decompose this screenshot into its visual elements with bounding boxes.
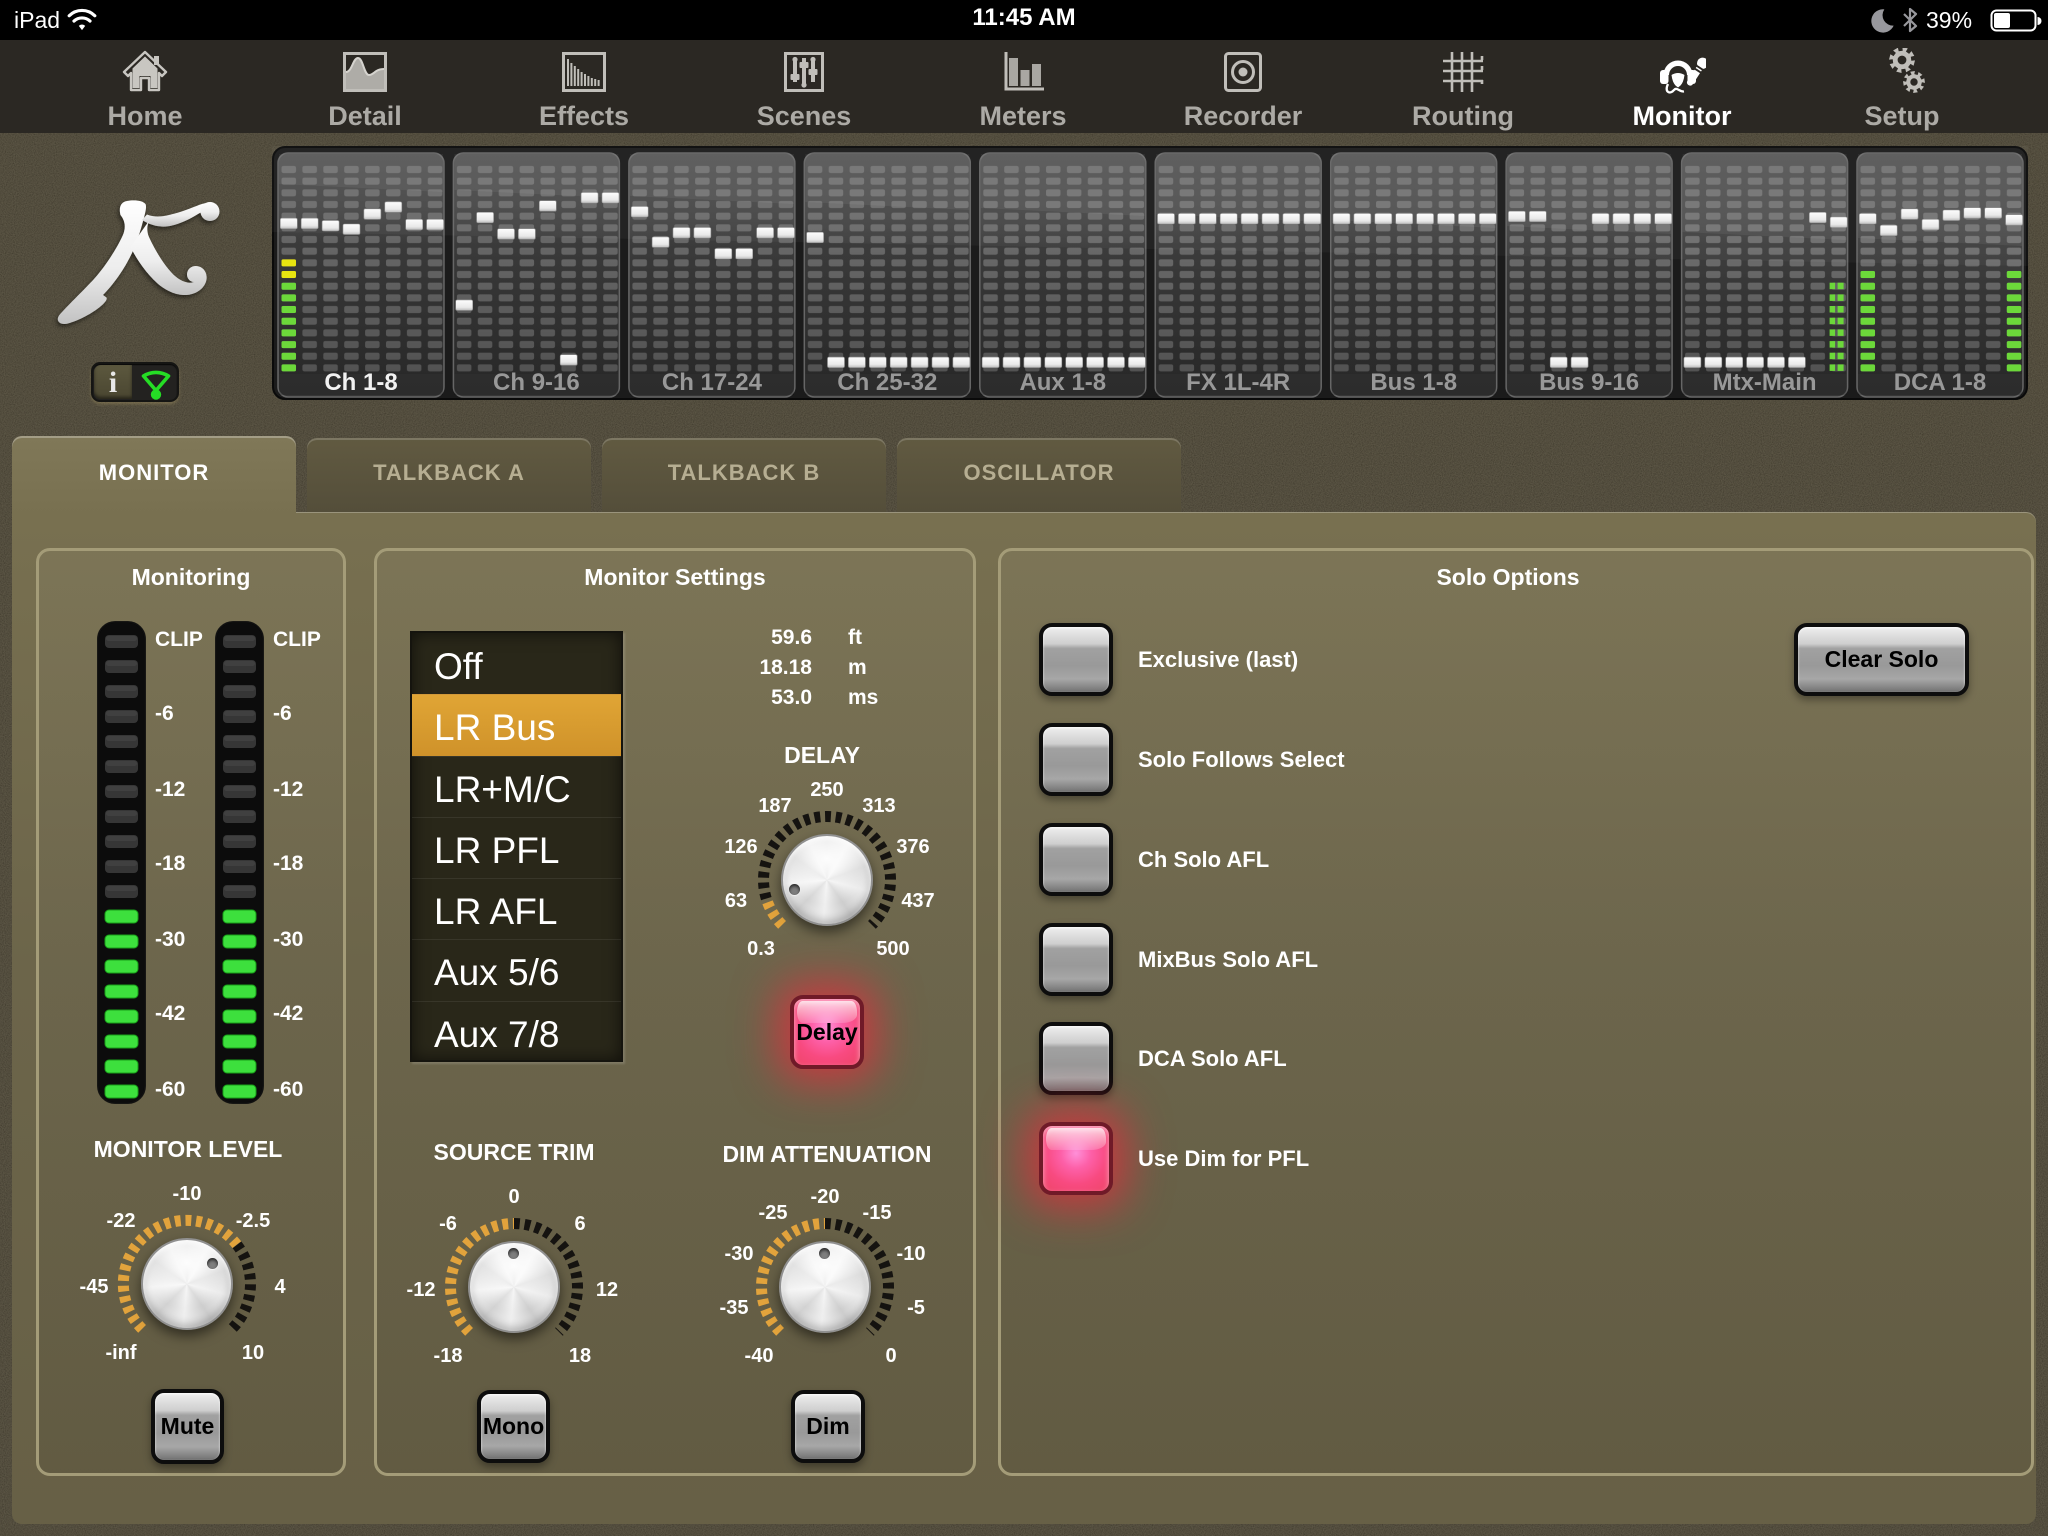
svg-text:Mtx-Main: Mtx-Main — [1713, 369, 1817, 396]
svg-text:376: 376 — [896, 836, 929, 858]
svg-text:500: 500 — [876, 938, 909, 960]
svg-text:63: 63 — [725, 890, 747, 912]
svg-text:-2.5: -2.5 — [236, 1210, 270, 1232]
svg-text:-40: -40 — [745, 1345, 774, 1367]
svg-text:0: 0 — [885, 1345, 896, 1367]
svg-text:187: 187 — [758, 795, 791, 817]
svg-text:Aux 1-8: Aux 1-8 — [1019, 369, 1106, 396]
svg-text:437: 437 — [901, 890, 934, 912]
svg-text:-45: -45 — [80, 1276, 109, 1298]
svg-text:Ch 1-8: Ch 1-8 — [324, 369, 397, 396]
svg-text:Bus 1-8: Bus 1-8 — [1370, 369, 1457, 396]
svg-text:-18: -18 — [434, 1345, 463, 1367]
svg-text:Ch 9-16: Ch 9-16 — [493, 369, 580, 396]
svg-text:250: 250 — [810, 779, 843, 801]
svg-text:4: 4 — [274, 1276, 286, 1298]
svg-text:-35: -35 — [720, 1297, 749, 1319]
svg-text:-25: -25 — [759, 1202, 788, 1224]
svg-text:-inf: -inf — [105, 1342, 136, 1364]
svg-text:0.3: 0.3 — [747, 938, 775, 960]
svg-text:Bus 9-16: Bus 9-16 — [1539, 369, 1639, 396]
svg-text:-20: -20 — [811, 1186, 840, 1208]
svg-text:-22: -22 — [107, 1210, 136, 1232]
svg-text:6: 6 — [574, 1213, 585, 1235]
svg-text:-15: -15 — [863, 1202, 892, 1224]
svg-text:126: 126 — [724, 836, 757, 858]
svg-text:18: 18 — [569, 1345, 591, 1367]
svg-text:-30: -30 — [725, 1243, 754, 1265]
svg-text:FX 1L-4R: FX 1L-4R — [1186, 369, 1290, 396]
svg-text:-6: -6 — [439, 1213, 457, 1235]
svg-text:313: 313 — [862, 795, 895, 817]
svg-text:Ch 17-24: Ch 17-24 — [662, 369, 763, 396]
svg-text:12: 12 — [596, 1279, 618, 1301]
svg-text:-5: -5 — [907, 1297, 925, 1319]
svg-text:-12: -12 — [407, 1279, 436, 1301]
svg-text:-10: -10 — [897, 1243, 926, 1265]
svg-text:0: 0 — [508, 1186, 519, 1208]
svg-text:10: 10 — [242, 1342, 264, 1364]
svg-text:-10: -10 — [173, 1183, 202, 1205]
svg-text:DCA 1-8: DCA 1-8 — [1894, 369, 1986, 396]
svg-text:Ch 25-32: Ch 25-32 — [837, 369, 937, 396]
